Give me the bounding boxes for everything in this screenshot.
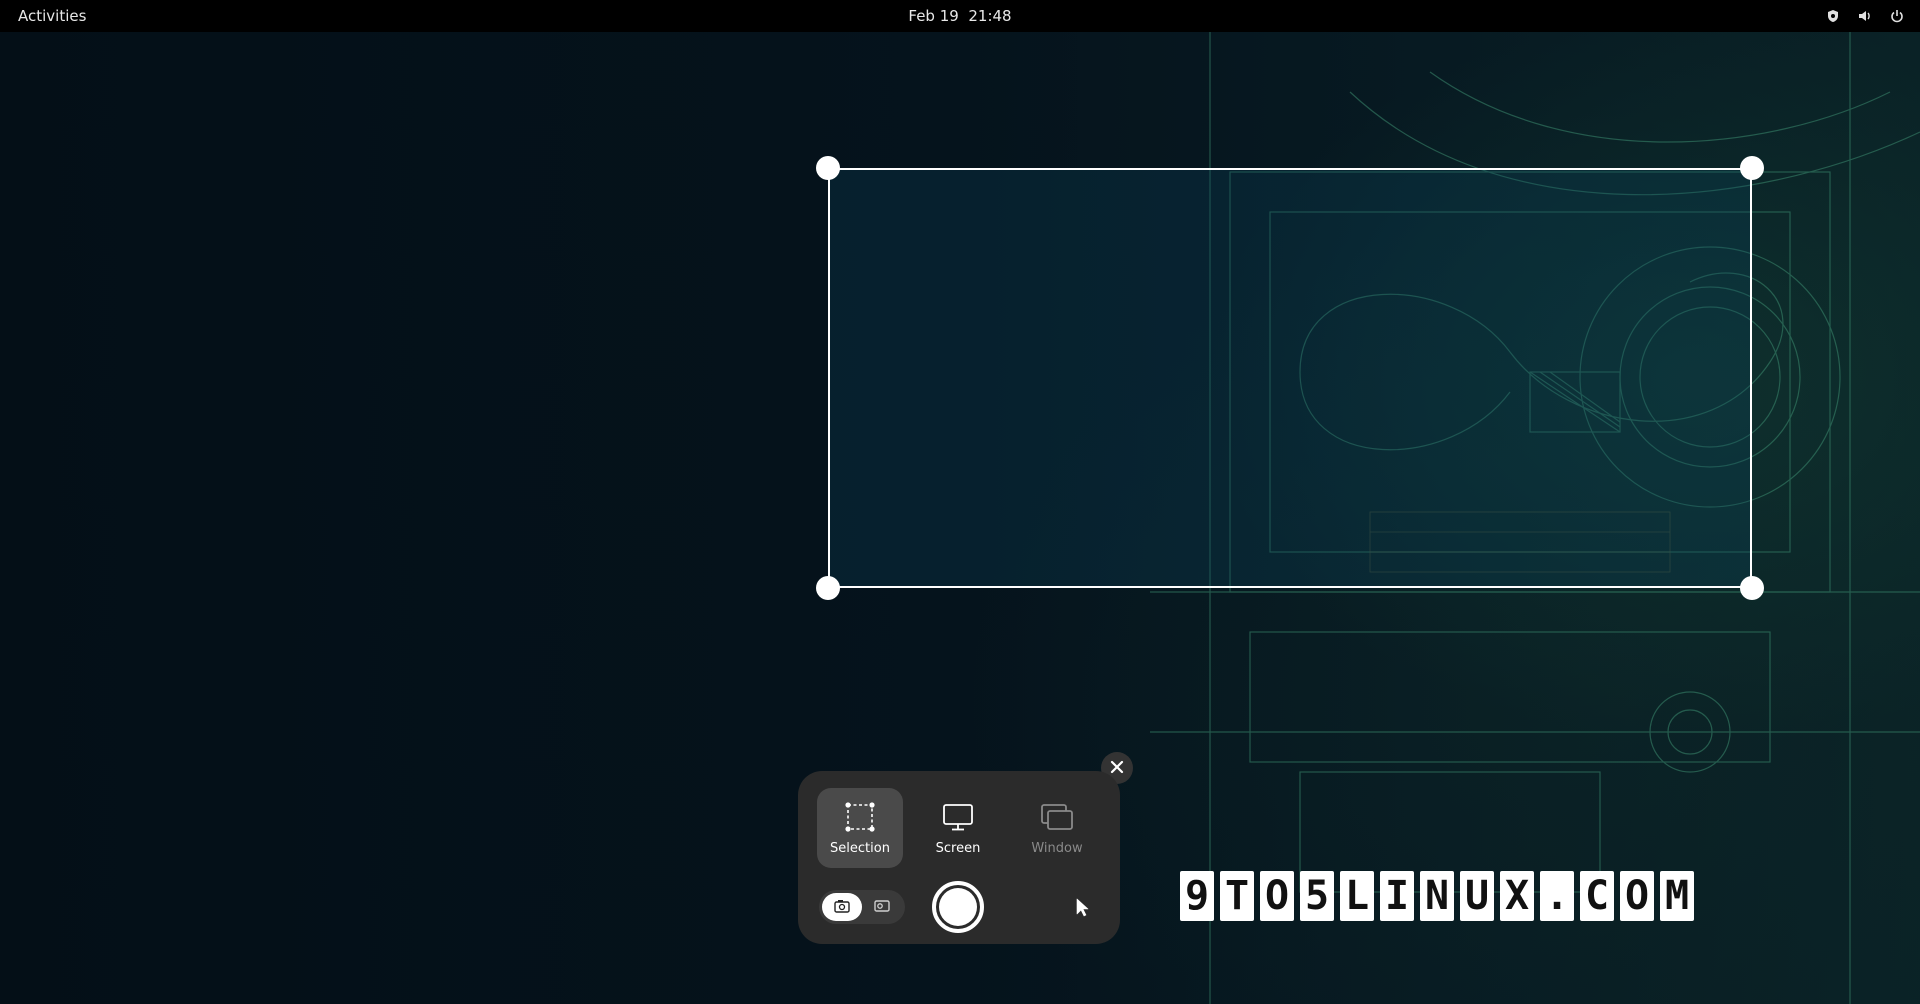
logo-char: U [1460, 871, 1494, 921]
selection-handle-top-right[interactable] [1740, 156, 1764, 180]
logo-char: C [1580, 871, 1614, 921]
screenshot-icon [834, 898, 850, 917]
capture-button[interactable] [932, 881, 984, 933]
selection-handle-bottom-left[interactable] [816, 576, 840, 600]
watermark-logo: 9 T O 5 L I N U X . C O M [1180, 871, 1694, 921]
selection-handle-top-left[interactable] [816, 156, 840, 180]
screenshot-panel: Selection Screen Window [798, 771, 1120, 944]
logo-char: N [1420, 871, 1454, 921]
close-icon [1110, 759, 1124, 778]
logo-char: 5 [1300, 871, 1334, 921]
logo-char: O [1260, 871, 1294, 921]
shield-icon [1826, 9, 1840, 23]
mode-selection-button[interactable]: Selection [817, 788, 903, 868]
desktop: Activities Feb 19 21:48 Selection Screen… [0, 0, 1920, 1004]
clock[interactable]: Feb 19 21:48 [0, 0, 1920, 32]
window-icon [1014, 802, 1100, 832]
logo-char: 9 [1180, 871, 1214, 921]
mode-selection-label: Selection [830, 841, 890, 856]
system-tray[interactable] [1826, 0, 1904, 32]
logo-char: . [1540, 871, 1574, 921]
clock-date: Feb 19 [908, 7, 959, 25]
logo-char: X [1500, 871, 1534, 921]
clock-time: 21:48 [968, 7, 1012, 25]
show-pointer-toggle[interactable] [1070, 895, 1094, 919]
selection-rectangle[interactable] [828, 168, 1752, 588]
logo-char: L [1340, 871, 1374, 921]
logo-char: O [1620, 871, 1654, 921]
screencast-icon [874, 898, 890, 917]
power-icon [1890, 9, 1904, 23]
monitor-icon [915, 802, 1001, 832]
selection-handle-bottom-right[interactable] [1740, 576, 1764, 600]
mode-window-label: Window [1031, 841, 1083, 856]
logo-char: T [1220, 871, 1254, 921]
logo-char: M [1660, 871, 1694, 921]
capture-type-toggle[interactable] [819, 890, 905, 924]
mode-screen-label: Screen [935, 841, 981, 856]
logo-char: I [1380, 871, 1414, 921]
capture-icon [939, 888, 977, 926]
volume-icon [1858, 9, 1872, 23]
mode-screen-button[interactable]: Screen [915, 788, 1001, 868]
mode-window-button[interactable]: Window [1014, 788, 1100, 868]
screenshot-toggle-option[interactable] [822, 893, 862, 921]
top-bar: Activities Feb 19 21:48 [0, 0, 1920, 32]
screencast-toggle-option[interactable] [862, 893, 902, 921]
selection-icon [817, 802, 903, 832]
pointer-icon [1070, 898, 1094, 923]
